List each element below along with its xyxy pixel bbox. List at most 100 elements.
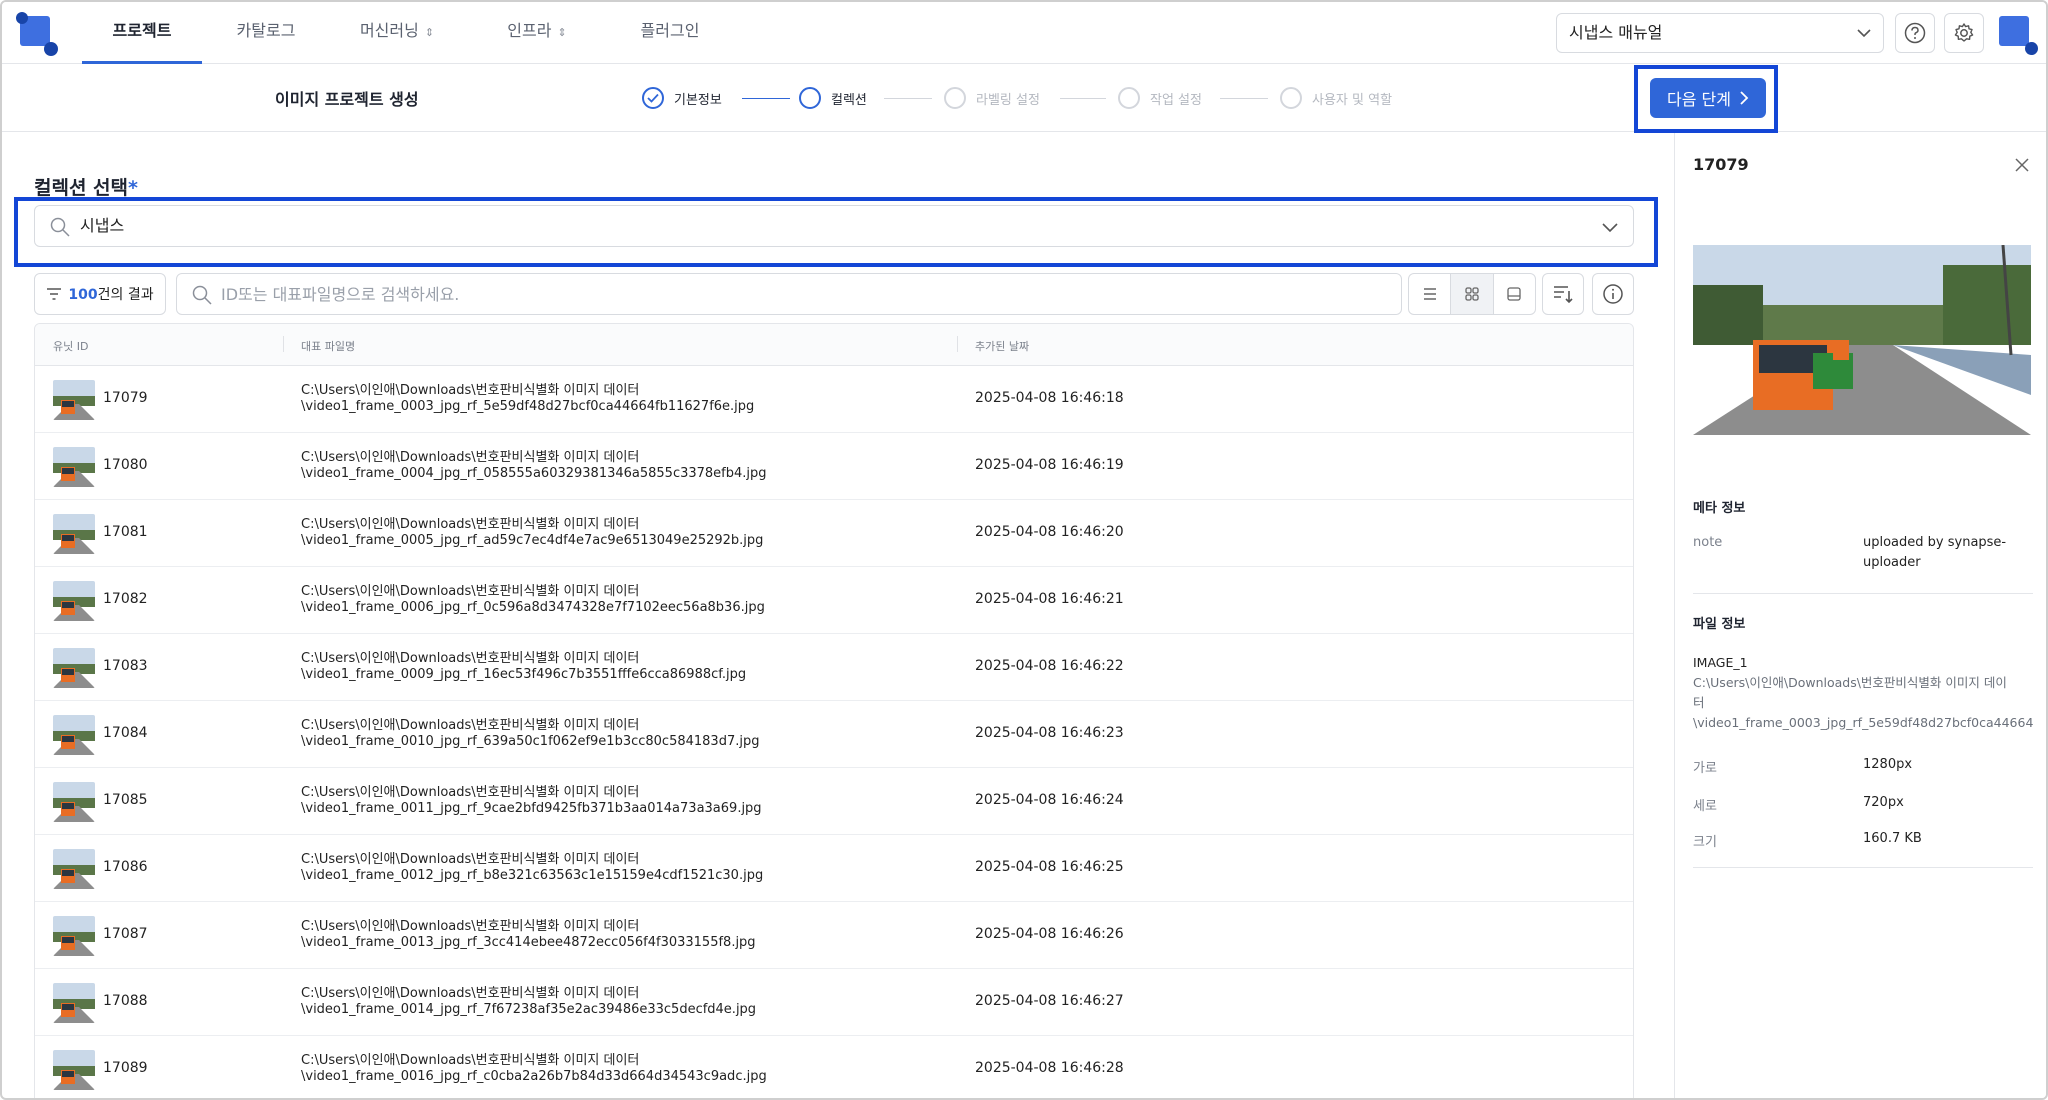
table-row[interactable]: 17081 C:\Users\이인애\Downloads\번호판비식별화 이미지 … — [35, 500, 1633, 567]
search-input[interactable] — [221, 274, 1391, 314]
row-filename-line1: C:\Users\이인애\Downloads\번호판비식별화 이미지 데이터 — [301, 584, 640, 599]
size-value: 160.7 KB — [1863, 831, 1922, 846]
row-filename-line2: \video1_frame_0013_jpg_rf_3cc414ebee4872… — [301, 935, 756, 950]
nav-tab-label: 머신러닝 — [359, 21, 419, 40]
result-count: 100 — [68, 287, 98, 303]
table-row[interactable]: 17089 C:\Users\이인애\Downloads\번호판비식별화 이미지 … — [35, 1036, 1633, 1098]
nav-tab-plugins[interactable]: 플러그인 — [626, 2, 714, 64]
row-filename-line1: C:\Users\이인애\Downloads\번호판비식별화 이미지 데이터 — [301, 919, 640, 934]
help-button[interactable] — [1895, 13, 1935, 53]
row-filename-line1: C:\Users\이인애\Downloads\번호판비식별화 이미지 데이터 — [301, 1053, 640, 1068]
close-icon[interactable] — [2014, 157, 2030, 173]
nav-tab-label: 인프라 — [507, 21, 552, 40]
grid-view-button[interactable] — [1451, 274, 1494, 314]
view-mode-group — [1408, 273, 1536, 315]
row-added-date: 2025-04-08 16:46:23 — [975, 725, 1124, 741]
sort-button[interactable] — [1542, 273, 1584, 315]
row-filename-line1: C:\Users\이인애\Downloads\번호판비식별화 이미지 데이터 — [301, 852, 640, 867]
list-icon — [1423, 288, 1436, 300]
row-added-date: 2025-04-08 16:46:18 — [975, 390, 1124, 406]
required-mark: * — [128, 177, 138, 199]
app-window: 프로젝트 카탈로그 머신러닝 ⇕ 인프라 ⇕ 플러그인 시냅스 매뉴얼 이미지 프로… — [0, 0, 2048, 1100]
manual-select[interactable]: 시냅스 매뉴얼 — [1556, 13, 1884, 53]
step-task-settings[interactable]: 작업 설정 — [1118, 86, 1202, 110]
row-added-date: 2025-04-08 16:46:21 — [975, 591, 1124, 607]
row-filename-line2: \video1_frame_0005_jpg_rf_ad59c7ec4df4e7… — [301, 533, 764, 548]
top-nav: 프로젝트 카탈로그 머신러닝 ⇕ 인프라 ⇕ 플러그인 시냅스 매뉴얼 — [2, 2, 2046, 64]
step-collection[interactable]: 컬렉션 — [799, 86, 867, 110]
nav-tab-catalog[interactable]: 카탈로그 — [222, 2, 310, 64]
row-filename-line1: C:\Users\이인애\Downloads\번호판비식별화 이미지 데이터 — [301, 383, 640, 398]
sort-updown-icon: ⇕ — [557, 26, 567, 39]
row-unit-id: 17089 — [103, 1060, 148, 1076]
chevron-down-icon — [1602, 223, 1618, 233]
settings-button[interactable] — [1944, 13, 1984, 53]
row-filename-line2: \video1_frame_0012_jpg_rf_b8e321c63563c1… — [301, 868, 764, 883]
row-unit-id: 17081 — [103, 524, 148, 540]
table-row[interactable]: 17084 C:\Users\이인애\Downloads\번호판비식별화 이미지 … — [35, 701, 1633, 768]
table-row[interactable]: 17087 C:\Users\이인애\Downloads\번호판비식별화 이미지 … — [35, 902, 1633, 969]
collection-select[interactable]: 시냅스 — [34, 205, 1634, 247]
row-filename-line2: \video1_frame_0011_jpg_rf_9cae2bfd9425fb… — [301, 801, 762, 816]
avatar[interactable] — [1997, 12, 2039, 56]
row-thumbnail — [53, 715, 95, 755]
nav-tab-label: 프로젝트 — [112, 21, 172, 40]
file-path-line: C:\Users\이인애\Downloads\번호판비식별화 이미지 데이 — [1693, 675, 2007, 690]
step-users-roles[interactable]: 사용자 및 역할 — [1280, 86, 1392, 110]
manual-select-value: 시냅스 매뉴얼 — [1569, 23, 1663, 42]
next-step-label: 다음 단계 — [1667, 90, 1731, 109]
column-header-unit-id[interactable]: 유닛 ID — [53, 338, 88, 354]
file-name: IMAGE_1 — [1693, 655, 1748, 670]
row-added-date: 2025-04-08 16:46:22 — [975, 658, 1124, 674]
table-row[interactable]: 17088 C:\Users\이인애\Downloads\번호판비식별화 이미지 … — [35, 969, 1633, 1036]
table-row[interactable]: 17083 C:\Users\이인애\Downloads\번호판비식별화 이미지 … — [35, 634, 1633, 701]
step-circle-icon — [944, 87, 966, 109]
preview-image — [1693, 245, 2031, 435]
row-thumbnail — [53, 782, 95, 822]
info-button[interactable] — [1592, 273, 1634, 315]
row-unit-id: 17082 — [103, 591, 148, 607]
nav-tab-projects[interactable]: 프로젝트 — [82, 2, 202, 64]
table-row[interactable]: 17079 C:\Users\이인애\Downloads\번호판비식별화 이미지 … — [35, 366, 1633, 433]
row-filename-line1: C:\Users\이인애\Downloads\번호판비식별화 이미지 데이터 — [301, 718, 640, 733]
step-label: 사용자 및 역할 — [1312, 92, 1393, 108]
row-filename-line2: \video1_frame_0003_jpg_rf_5e59df48d27bcf… — [301, 399, 755, 414]
nav-tab-machine-learning[interactable]: 머신러닝 ⇕ — [342, 2, 452, 64]
row-filename-line1: C:\Users\이인애\Downloads\번호판비식별화 이미지 데이터 — [301, 986, 640, 1001]
row-filename-line1: C:\Users\이인애\Downloads\번호판비식별화 이미지 데이터 — [301, 450, 640, 465]
row-filename-line2: \video1_frame_0014_jpg_rf_7f67238af35e2a… — [301, 1002, 757, 1017]
row-added-date: 2025-04-08 16:46:20 — [975, 524, 1124, 540]
table-row[interactable]: 17080 C:\Users\이인애\Downloads\번호판비식별화 이미지 … — [35, 433, 1633, 500]
step-connector — [1220, 98, 1268, 99]
nav-tab-infra[interactable]: 인프라 ⇕ — [492, 2, 582, 64]
next-step-button[interactable]: 다음 단계 — [1650, 78, 1766, 118]
gallery-view-button[interactable] — [1494, 274, 1535, 314]
table-header: 유닛 ID 대표 파일명 추가된 날짜 — [35, 324, 1633, 366]
step-basic-info[interactable]: 기본정보 — [642, 86, 722, 110]
table-row[interactable]: 17085 C:\Users\이인애\Downloads\번호판비식별화 이미지 … — [35, 768, 1633, 835]
table-row[interactable]: 17086 C:\Users\이인애\Downloads\번호판비식별화 이미지 … — [35, 835, 1633, 902]
info-icon — [1603, 284, 1623, 304]
help-icon — [1904, 22, 1926, 44]
file-path-line: 터 — [1693, 695, 1705, 710]
row-filename-line1: C:\Users\이인애\Downloads\번호판비식별화 이미지 데이터 — [301, 517, 640, 532]
column-header-filename[interactable]: 대표 파일명 — [301, 338, 355, 354]
app-logo[interactable] — [16, 12, 60, 56]
row-unit-id: 17088 — [103, 993, 148, 1009]
row-filename-line2: \video1_frame_0016_jpg_rf_c0cba2a26b7b84… — [301, 1069, 767, 1084]
chevron-down-icon — [1857, 14, 1871, 67]
row-thumbnail — [53, 648, 95, 688]
file-heading: 파일 정보 — [1693, 617, 1746, 632]
list-view-button[interactable] — [1409, 274, 1452, 314]
search-field[interactable] — [176, 273, 1402, 315]
detail-title: 17079 — [1693, 155, 1749, 174]
table-row[interactable]: 17082 C:\Users\이인애\Downloads\번호판비식별화 이미지 … — [35, 567, 1633, 634]
filter-button[interactable]: 100건의 결과 — [34, 273, 166, 315]
gallery-icon — [1507, 287, 1521, 301]
step-circle-icon — [799, 87, 821, 109]
row-filename-line1: C:\Users\이인애\Downloads\번호판비식별화 이미지 데이터 — [301, 651, 640, 666]
row-filename-line2: \video1_frame_0004_jpg_rf_058555a6032938… — [301, 466, 767, 481]
column-header-date[interactable]: 추가된 날짜 — [975, 338, 1029, 354]
step-labeling-settings[interactable]: 라벨링 설정 — [944, 86, 1040, 110]
row-thumbnail — [53, 581, 95, 621]
